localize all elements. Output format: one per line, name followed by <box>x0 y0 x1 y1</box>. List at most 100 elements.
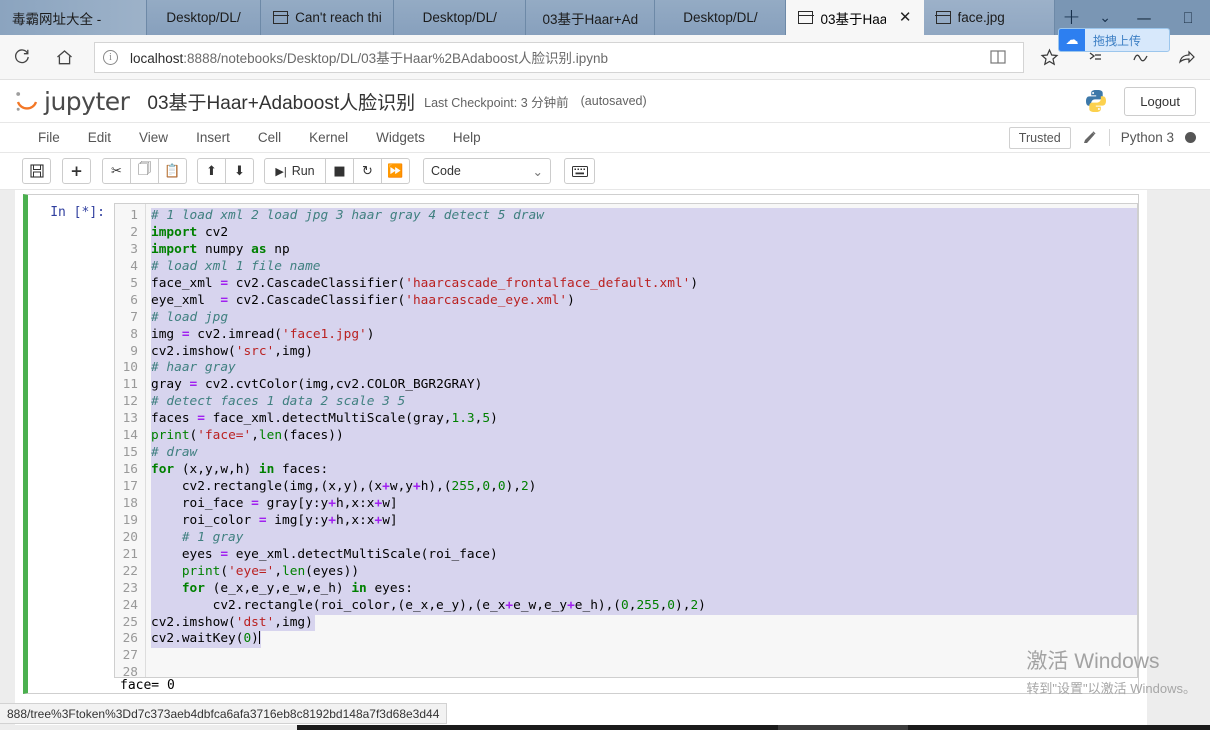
line-number: 2 <box>130 224 138 240</box>
menu-widgets[interactable]: Widgets <box>362 125 439 150</box>
code-line: cv2.imshow('dst',img) <box>151 614 1137 632</box>
line-number: 21 <box>122 546 138 562</box>
url-host: localhost <box>130 51 184 66</box>
notebook-title[interactable]: 03基于Haar+Adaboost人脸识别 <box>147 88 415 115</box>
logout-button[interactable]: Logout <box>1124 86 1196 116</box>
browser-tab-label: Desktop/DL/ <box>683 10 758 25</box>
page-icon <box>272 11 289 24</box>
fast-forward-icon[interactable]: ⏩ <box>381 158 410 184</box>
line-number: 13 <box>122 411 138 427</box>
line-number: 19 <box>122 512 138 528</box>
line-number: 27 <box>122 648 138 664</box>
kernel-busy-dot <box>1185 132 1196 143</box>
run-group: ▶| Run ■ ↻ ⏩ <box>264 158 410 184</box>
code-line: # draw <box>151 445 1137 463</box>
code-editor[interactable]: 1 2 3 4 5 6 7 8 9 10 11 12 13 14 15 16 17 18 19 20 21 22 23 24 2… <box>114 203 1138 678</box>
autosaved-status: (autosaved) <box>580 94 647 108</box>
line-number: 1 <box>130 208 138 223</box>
trusted-badge[interactable]: Trusted <box>1008 126 1071 149</box>
share-icon[interactable] <box>1164 35 1210 80</box>
browser-tab-6-active[interactable]: 03基于Haar ✕ <box>786 0 924 35</box>
keyboard-icon[interactable] <box>564 158 595 184</box>
line-number: 5 <box>130 275 138 291</box>
jupyter-menu-bar: File Edit View Insert Cell Kernel Widget… <box>0 123 1210 153</box>
jupyter-toolbar: + ✂ 🗍 📋 ⬆ ⬇ ▶| Run ■ ↻ ⏩ Code ⌄ <box>0 153 1210 190</box>
cell-prompt: In [*]: <box>50 205 105 220</box>
text-caret <box>258 631 260 645</box>
jupyter-logo[interactable]: jupyter <box>14 87 130 116</box>
line-number: 28 <box>122 665 138 678</box>
jupyter-logo-icon <box>14 88 40 114</box>
home-icon[interactable] <box>43 35 86 80</box>
code-line: print('eye=',len(eyes)) <box>151 563 1137 581</box>
line-number: 17 <box>122 479 138 494</box>
menu-help[interactable]: Help <box>439 125 495 150</box>
browser-tab-1[interactable]: Desktop/DL/ <box>146 0 262 35</box>
refresh-icon[interactable] <box>0 35 43 80</box>
notebook-body: In [*]: 1 2 3 4 5 6 7 8 9 10 11 12 13 14 15 16 17 18 19 20 2… <box>0 190 1210 717</box>
restore-button[interactable]: ⎕ <box>1166 0 1210 35</box>
info-icon[interactable]: i <box>103 49 118 65</box>
browser-tab-5[interactable]: Desktop/DL/ <box>655 0 787 35</box>
line-number: 9 <box>130 343 138 359</box>
address-bar[interactable]: i localhost:8888/notebooks/Desktop/DL/03… <box>94 41 1024 73</box>
run-button[interactable]: ▶| Run <box>264 158 326 184</box>
line-number-gutter: 1 2 3 4 5 6 7 8 9 10 11 12 13 14 15 16 17 18 19 20 21 22 23 24 2… <box>115 204 146 678</box>
plus-icon[interactable]: + <box>62 158 91 184</box>
close-icon[interactable]: ✕ <box>899 10 912 25</box>
url-path: :8888/notebooks/Desktop/DL/03基于Haar%2BAd… <box>183 51 609 66</box>
baidu-upload-bubble[interactable]: ☁ 拖拽上传 <box>1058 28 1170 52</box>
browser-tab-7[interactable]: face.jpg <box>923 0 1055 35</box>
menu-cell[interactable]: Cell <box>244 125 295 150</box>
browser-tab-3[interactable]: Desktop/DL/ <box>394 0 527 35</box>
line-number: 15 <box>122 445 138 461</box>
scissors-icon[interactable]: ✂ <box>102 158 131 184</box>
line-number: 12 <box>122 394 138 410</box>
stop-icon[interactable]: ■ <box>325 158 354 184</box>
code-line: # 1 gray <box>151 529 1137 547</box>
code-line: roi_color = img[y:y+h,x:x+w] <box>151 512 1137 530</box>
address-bar-actions <box>981 42 1015 73</box>
jupyter-header: jupyter 03基于Haar+Adaboost人脸识别 Last Check… <box>0 80 1210 123</box>
code-line: # detect faces 1 data 2 scale 3 5 <box>151 394 1137 412</box>
code-line: roi_face = gray[y:y+h,x:x+w] <box>151 495 1137 513</box>
line-number: 18 <box>122 495 138 511</box>
line-number: 26 <box>122 631 138 647</box>
page-icon <box>797 11 815 24</box>
arrow-up-icon[interactable]: ⬆ <box>197 158 226 184</box>
cell-type-select[interactable]: Code ⌄ <box>423 158 551 184</box>
jupyter-header-right: Logout <box>1082 86 1196 116</box>
menu-kernel[interactable]: Kernel <box>295 125 362 150</box>
browser-tab-label: 03基于Haar+Ad <box>542 11 639 27</box>
paste-icon[interactable]: 📋 <box>158 158 187 184</box>
code-line: # load xml 1 file name <box>151 258 1137 276</box>
baidu-cloud-icon: ☁ <box>1059 29 1085 51</box>
taskbar-fragment-3 <box>908 725 1210 730</box>
menu-view[interactable]: View <box>125 125 182 150</box>
python-icon <box>1082 87 1110 115</box>
line-number: 6 <box>130 292 138 308</box>
browser-tab-label: Desktop/DL/ <box>166 10 241 25</box>
copy-icon[interactable]: 🗍 <box>130 158 159 184</box>
menu-file[interactable]: File <box>24 125 74 150</box>
code-line: faces = face_xml.detectMultiScale(gray,1… <box>151 411 1137 429</box>
arrow-down-icon[interactable]: ⬇ <box>225 158 254 184</box>
book-icon[interactable] <box>981 42 1015 73</box>
code-line: # 1 load xml 2 load jpg 3 haar gray 4 de… <box>151 208 1137 225</box>
kernel-name[interactable]: Python 3 <box>1121 130 1174 145</box>
line-number: 16 <box>122 462 138 478</box>
line-number: 22 <box>122 563 138 579</box>
browser-tab-4[interactable]: 03基于Haar+Ad <box>526 0 656 35</box>
browser-tab-0[interactable]: 毒霸网址大全 - <box>0 0 147 35</box>
menu-edit[interactable]: Edit <box>74 125 125 150</box>
code-cell[interactable]: In [*]: 1 2 3 4 5 6 7 8 9 10 11 12 13 14 15 16 17 18 19 20 2… <box>23 194 1139 694</box>
restart-icon[interactable]: ↻ <box>353 158 382 184</box>
save-icon[interactable] <box>22 158 51 184</box>
code-line: for (e_x,e_y,e_w,e_h) in eyes: <box>151 580 1137 598</box>
menu-insert[interactable]: Insert <box>182 125 244 150</box>
browser-tab-2[interactable]: Can't reach this <box>261 0 395 35</box>
pencil-icon[interactable] <box>1082 130 1098 146</box>
browser-tab-label: 毒霸网址大全 - <box>12 11 102 27</box>
code-line: # load jpg <box>151 309 1137 327</box>
